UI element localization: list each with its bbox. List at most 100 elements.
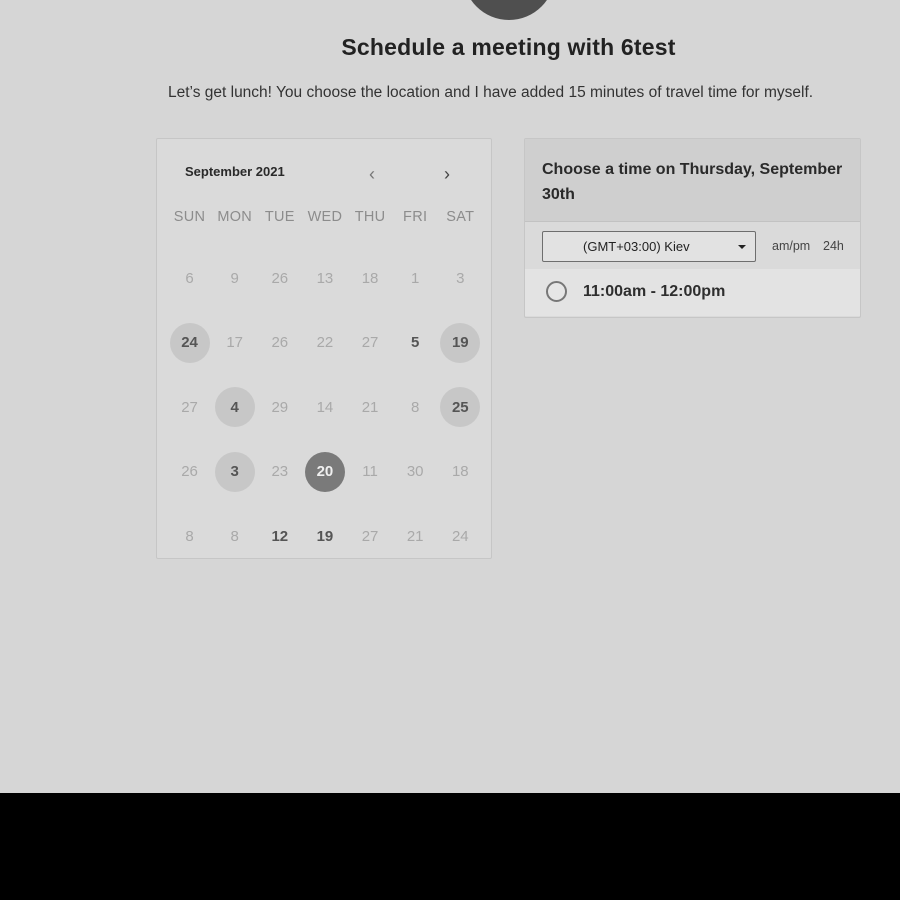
calendar-week-row: 26 3 23 20 11 30 18 <box>167 440 483 505</box>
timezone-value: (GMT+03:00) Kiev <box>583 239 690 254</box>
weekday-label: WED <box>307 209 343 225</box>
calendar-day: 21 <box>348 387 393 427</box>
time-slot[interactable]: 11:00am - 12:00pm <box>525 269 860 316</box>
weekday-label: MON <box>217 209 253 225</box>
calendar-day: 26 <box>167 452 212 492</box>
calendar-day: 27 <box>348 323 393 363</box>
timezone-row: (GMT+03:00) Kiev am/pm 24h <box>525 222 860 269</box>
calendar-day-number: 3 <box>214 451 255 492</box>
time-picker-heading: Choose a time on Thursday, September 30t… <box>525 139 860 222</box>
calendar-day-number: 27 <box>181 398 198 416</box>
calendar-day-number: 1 <box>411 269 420 287</box>
calendar-day: 8 <box>167 516 212 556</box>
calendar-day: 22 <box>302 323 347 363</box>
calendar-day-number: 6 <box>185 269 194 287</box>
caret-down-icon <box>738 245 746 249</box>
calendar-day-number: 11 <box>362 463 378 481</box>
calendar-day: 30 <box>393 452 438 492</box>
calendar-day: 26 <box>257 258 302 298</box>
calendar-day: 21 <box>393 516 438 556</box>
calendar-day-number: 3 <box>456 269 465 287</box>
time-slot-label: 11:00am - 12:00pm <box>583 283 726 300</box>
calendar-day-number: 5 <box>411 334 420 352</box>
weekday-label: SAT <box>446 209 475 225</box>
calendar-day-number: 13 <box>316 269 334 287</box>
calendar-day: 23 <box>257 452 302 492</box>
calendar-day-number: 12 <box>271 527 289 545</box>
calendar-day: 11 <box>348 452 393 492</box>
month-label: September 2021 <box>185 164 285 179</box>
calendar-day: 18 <box>348 258 393 298</box>
calendar-day: 18 <box>438 452 483 492</box>
calendar-day: 8 <box>212 516 257 556</box>
calendar-day: 19 <box>302 516 347 556</box>
calendar-day: 27 <box>348 516 393 556</box>
calendar-day: 13 <box>302 258 347 298</box>
calendar-day-number: 26 <box>181 463 198 481</box>
calendar-day-number: 21 <box>406 527 424 545</box>
calendar-day-number: 27 <box>361 527 379 545</box>
calendar-day-number: 8 <box>230 527 239 545</box>
calendar-day: 3 <box>438 258 483 298</box>
calendar-day: 1 <box>393 258 438 298</box>
calendar-day-available[interactable]: 4 <box>212 387 257 428</box>
calendar-week-row: 6 9 26 13 18 1 3 <box>167 246 483 311</box>
calendar-day-number: 14 <box>316 398 334 416</box>
calendar-day: 9 <box>212 258 257 298</box>
page-title: Schedule a meeting with 6test <box>341 34 676 60</box>
calendar-day-number: 24 <box>169 322 210 363</box>
time-picker-card: Choose a time on Thursday, September 30t… <box>524 138 861 318</box>
calendar-day-available[interactable]: 19 <box>438 322 483 363</box>
radio-button[interactable] <box>546 281 567 302</box>
weekday-label: FRI <box>403 209 428 225</box>
format-ampm-toggle[interactable]: am/pm <box>772 239 810 253</box>
meeting-description: Let’s get lunch! You choose the location… <box>168 84 814 101</box>
calendar-day-selected[interactable]: 20 <box>302 451 347 492</box>
calendar-week-row: 8 8 12 19 27 21 24 <box>167 504 483 569</box>
calendar-day-number: 19 <box>440 322 481 363</box>
scheduling-page: Schedule a meeting with 6test Let’s get … <box>0 0 900 793</box>
calendar-day: 26 <box>257 323 302 363</box>
timezone-select[interactable]: (GMT+03:00) Kiev <box>542 231 756 262</box>
calendar-day-number: 18 <box>451 463 469 481</box>
calendar-day: 24 <box>438 516 483 556</box>
weekday-header: SUN MON TUE WED THU FRI SAT <box>167 209 483 225</box>
calendar-day-number: 19 <box>316 527 334 545</box>
calendar-day-number: 26 <box>271 269 289 287</box>
calendar-day-number: 18 <box>361 269 379 287</box>
calendar-day-number: 24 <box>451 527 469 545</box>
calendar-day: 27 <box>167 387 212 427</box>
calendar-day-available[interactable]: 3 <box>212 451 257 492</box>
calendar-day-number: 30 <box>406 463 424 481</box>
calendar-day-number: 21 <box>361 398 379 416</box>
calendar-day-number: 17 <box>226 334 244 352</box>
calendar-day-number: 23 <box>271 463 289 481</box>
calendar-grid: 6 9 26 13 18 1 3 24 17 26 22 27 5 19 27 4 29 14 21 8 25 26 3 23… <box>167 246 483 569</box>
calendar-day: 14 <box>302 387 347 427</box>
calendar-day-number: 29 <box>271 398 289 416</box>
calendar-day-number: 26 <box>271 334 289 352</box>
calendar-week-row: 27 4 29 14 21 8 25 <box>167 375 483 440</box>
chevron-right-icon[interactable]: › <box>437 164 457 184</box>
weekday-label: THU <box>354 209 386 225</box>
calendar-week-row: 24 17 26 22 27 5 19 <box>167 311 483 376</box>
calendar-day-number: 27 <box>361 334 379 352</box>
calendar-day-number: 20 <box>304 451 345 492</box>
weekday-label: TUE <box>264 209 295 225</box>
calendar-day-number: 22 <box>316 334 334 352</box>
calendar-card: September 2021 ‹ › SUN MON TUE WED THU F… <box>156 138 492 559</box>
format-24h-toggle[interactable]: 24h <box>823 239 844 253</box>
calendar-day-available[interactable]: 24 <box>167 322 212 363</box>
black-letterbox-band <box>0 793 900 900</box>
host-avatar <box>463 0 555 20</box>
calendar-day-number: 8 <box>411 398 420 416</box>
chevron-left-icon[interactable]: ‹ <box>362 164 382 184</box>
calendar-day-number: 8 <box>185 527 194 545</box>
calendar-day-number: 9 <box>230 269 239 287</box>
calendar-day: 6 <box>167 258 212 298</box>
calendar-day-number: 4 <box>214 387 255 428</box>
calendar-day: 29 <box>257 387 302 427</box>
calendar-day: 8 <box>393 387 438 427</box>
calendar-day: 5 <box>393 323 438 363</box>
calendar-day-available[interactable]: 25 <box>438 387 483 428</box>
